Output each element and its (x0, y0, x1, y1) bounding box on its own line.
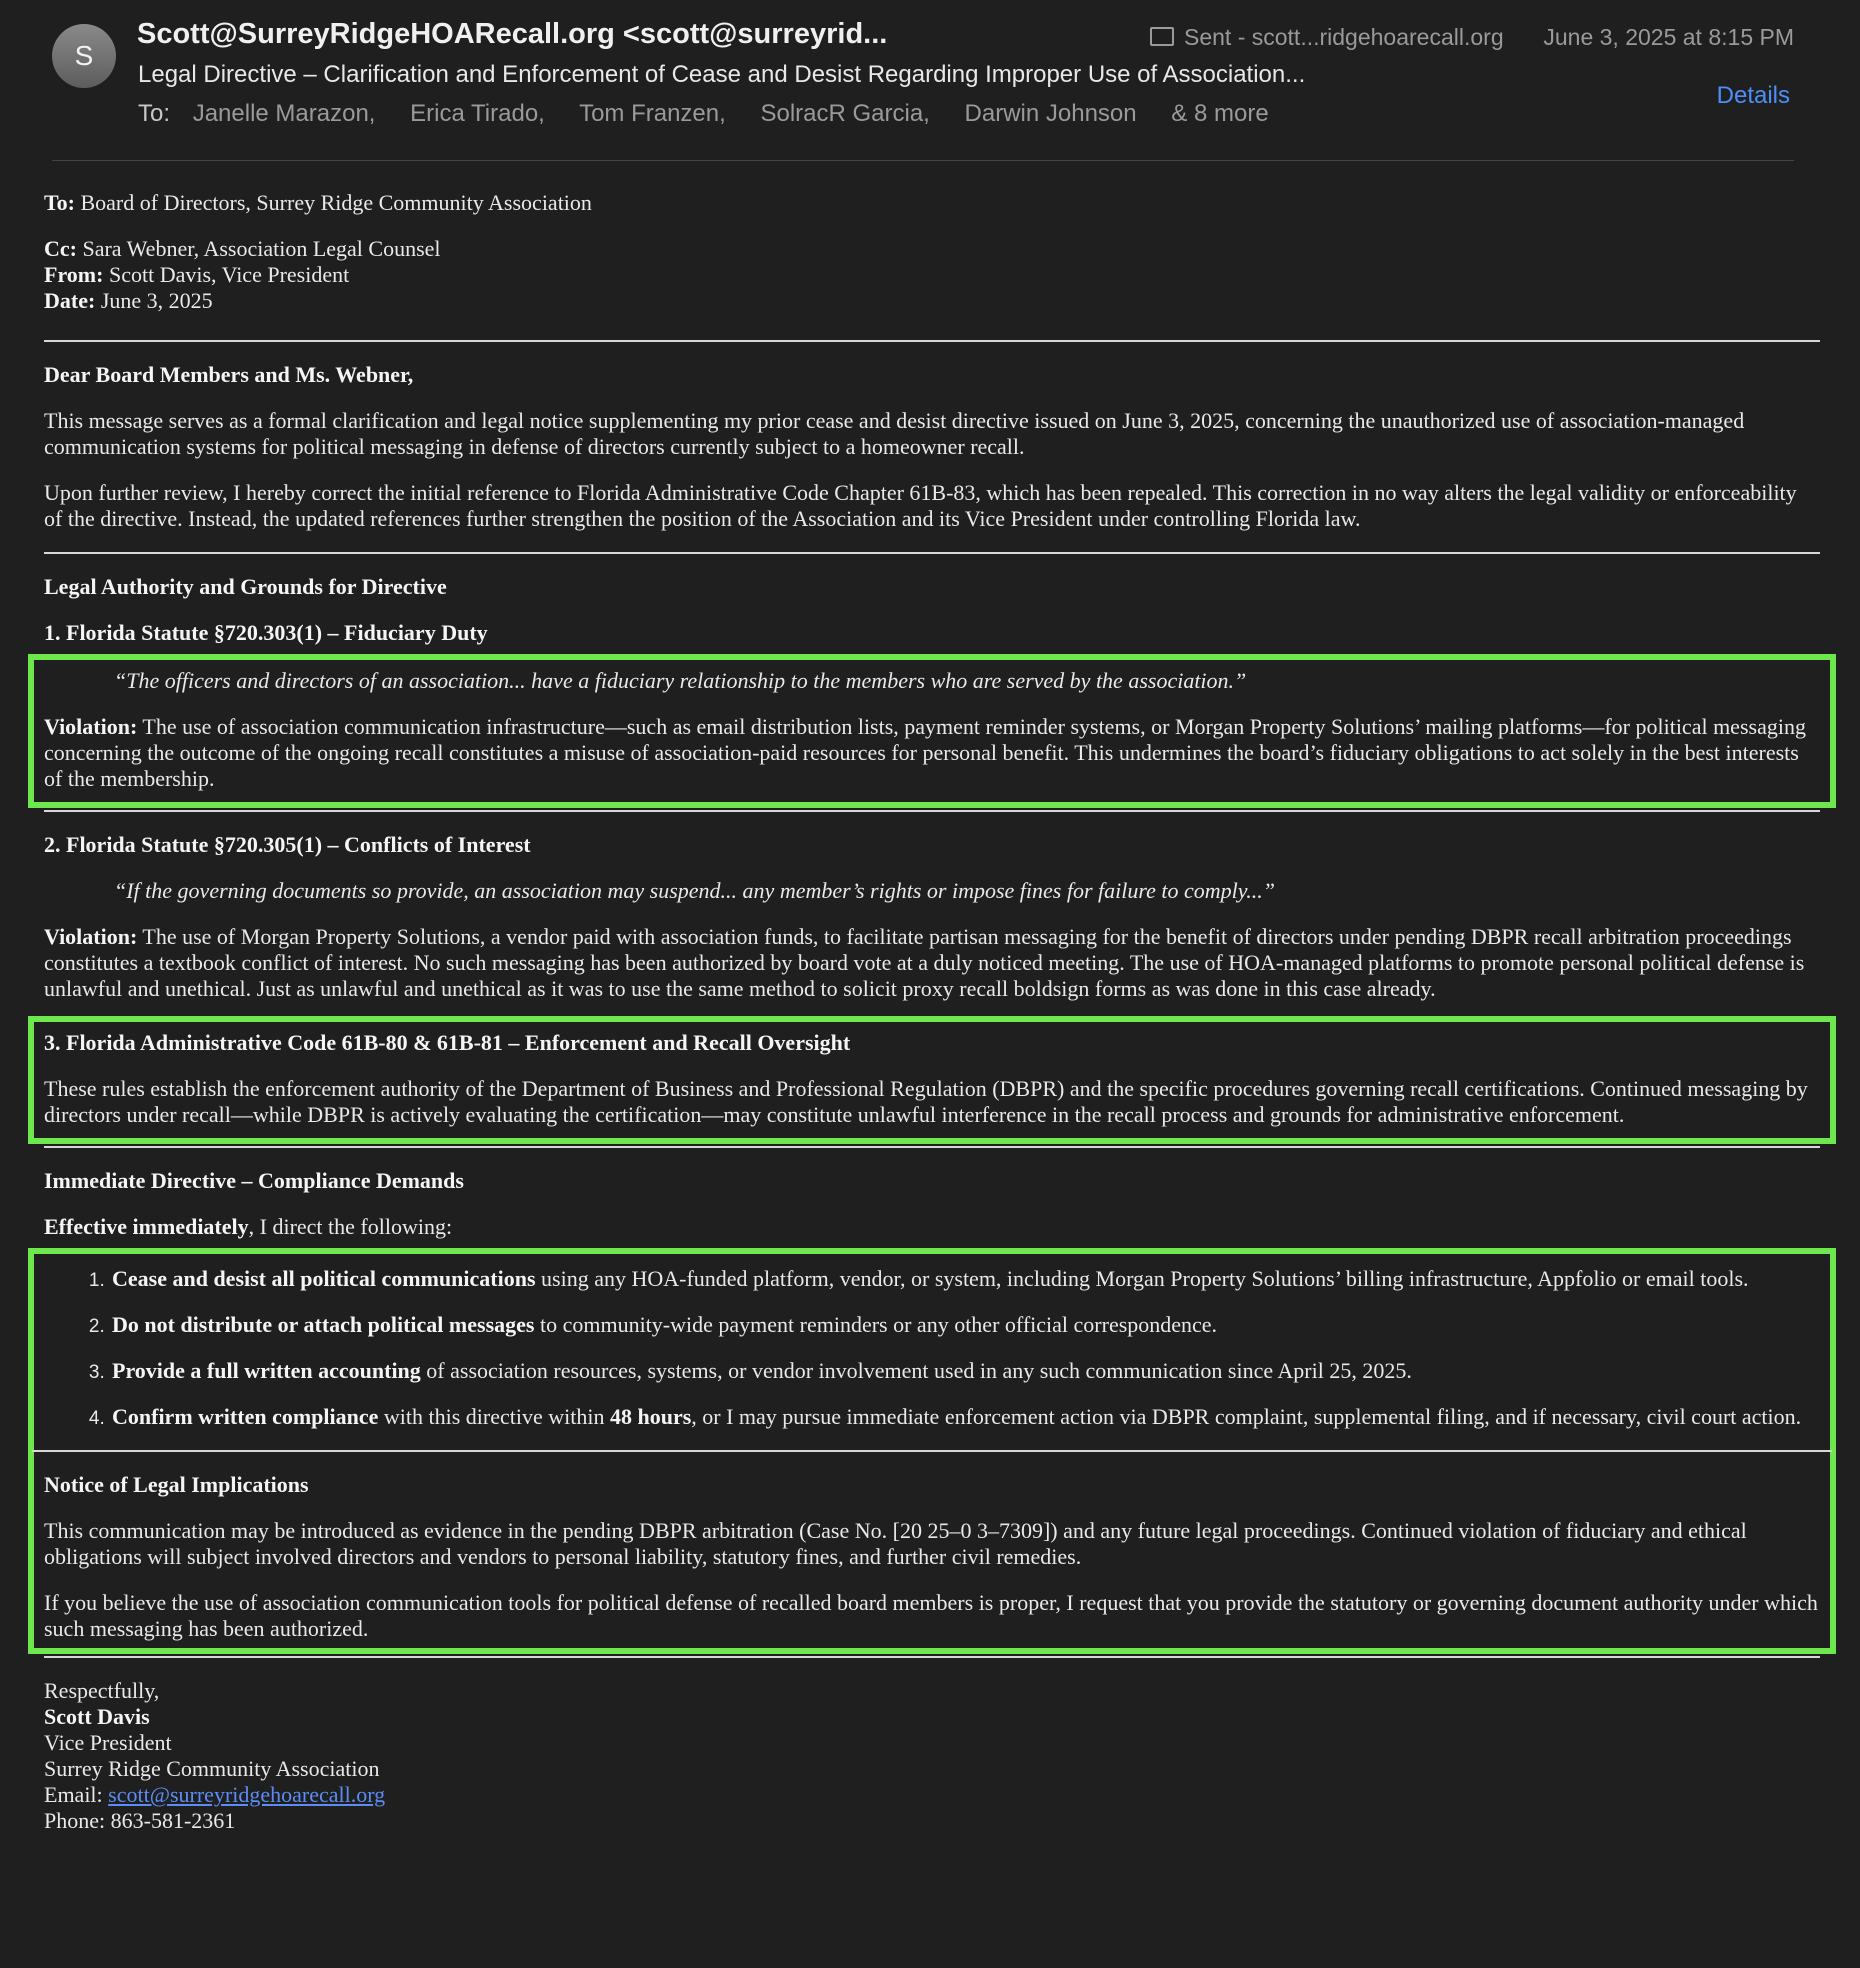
email-subject: Legal Directive – Clarification and Enfo… (138, 61, 1306, 88)
signature-phone-line: Phone: 863-581-2361 (44, 1808, 236, 1833)
mailbox-label: Sent - scott...ridgehoarecall.org (1184, 24, 1504, 50)
correction-paragraph: Upon further review, I hereby correct th… (44, 480, 1797, 531)
memo-date: Date: June 3, 2025 (44, 288, 213, 313)
highlight-box-enforcement: 3. Florida Administrative Code 61B-80 & … (28, 1016, 1836, 1144)
divider (44, 1146, 1820, 1148)
recipient[interactable]: Darwin Johnson (965, 100, 1137, 127)
section-heading: Legal Authority and Grounds for Directiv… (44, 574, 447, 599)
statute-3-heading: 3. Florida Administrative Code 61B-80 & … (44, 1030, 851, 1055)
recipients-line: To: Janelle Marazon, Erica Tirado, Tom F… (138, 100, 1297, 128)
signature-closing: Respectfully, (44, 1678, 160, 1703)
statute-2-violation: Violation: The use of Morgan Property So… (44, 924, 1805, 1001)
divider (44, 340, 1820, 342)
more-recipients-link[interactable]: & 8 more (1171, 100, 1268, 127)
statute-1-violation: Violation: The use of association commun… (44, 714, 1806, 791)
statute-1-quote: “The officers and directors of an associ… (114, 668, 1247, 693)
header-divider (52, 160, 1794, 161)
salutation: Dear Board Members and Ms. Webner, (44, 362, 414, 387)
highlight-box-fiduciary: “The officers and directors of an associ… (28, 654, 1836, 808)
signature-block: Respectfully, Scott Davis Vice President… (44, 1678, 1820, 1834)
mailbox-location[interactable]: Sent - scott...ridgehoarecall.org (1150, 24, 1504, 51)
memo-from: From: Scott Davis, Vice President (44, 262, 350, 287)
email-body: To: Board of Directors, Surrey Ridge Com… (0, 162, 1860, 1834)
statute-2-heading: 2. Florida Statute §720.305(1) – Conflic… (44, 832, 531, 857)
recipient[interactable]: Tom Franzen, (579, 100, 726, 127)
signature-title: Vice President (44, 1730, 172, 1755)
sender-address[interactable]: Scott@SurreyRidgeHOARecall.org <scott@su… (137, 18, 887, 51)
effective-line: Effective immediately, I direct the foll… (44, 1214, 453, 1239)
memo-to: To: Board of Directors, Surrey Ridge Com… (44, 190, 592, 215)
directive-item: Confirm written compliance with this dir… (110, 1404, 1820, 1430)
intro-paragraph: This message serves as a formal clarific… (44, 408, 1745, 459)
statute-2-quote: “If the governing documents so provide, … (114, 878, 1276, 903)
message-header: S Scott@SurreyRidgeHOARecall.org <scott@… (0, 0, 1860, 162)
signature-org: Surrey Ridge Community Association (44, 1756, 380, 1781)
recipient[interactable]: SolracR Garcia, (760, 100, 929, 127)
recipient[interactable]: Erica Tirado, (410, 100, 545, 127)
email-link[interactable]: scott@surreyridgehoarecall.org (108, 1782, 385, 1807)
statute-1-heading: 1. Florida Statute §720.303(1) – Fiducia… (44, 620, 488, 645)
divider (32, 1450, 1832, 1452)
to-label: To: (138, 100, 171, 127)
notice-heading: Notice of Legal Implications (44, 1472, 309, 1497)
notice-paragraph-2: If you believe the use of association co… (44, 1590, 1818, 1641)
divider (44, 552, 1820, 554)
divider (44, 810, 1820, 812)
details-link[interactable]: Details (1717, 82, 1790, 110)
recipient[interactable]: Janelle Marazon, (193, 100, 376, 127)
divider (44, 1656, 1820, 1658)
notice-paragraph-1: This communication may be introduced as … (44, 1518, 1747, 1569)
memo-cc: Cc: Sara Webner, Association Legal Couns… (44, 236, 441, 261)
directive-item: Cease and desist all political communica… (110, 1266, 1820, 1292)
statute-3-body: These rules establish the enforcement au… (44, 1076, 1808, 1127)
highlight-box-directives: Cease and desist all political communica… (28, 1248, 1836, 1654)
sent-date: June 3, 2025 at 8:15 PM (1543, 24, 1794, 50)
directive-list: Cease and desist all political communica… (44, 1266, 1820, 1430)
sender-avatar[interactable]: S (52, 24, 116, 88)
directive-item: Provide a full written accounting of ass… (110, 1358, 1820, 1384)
directive-item: Do not distribute or attach political me… (110, 1312, 1820, 1338)
signature-email-line: Email: scott@surreyridgehoarecall.org (44, 1782, 386, 1807)
folder-icon (1150, 27, 1174, 47)
directive-heading: Immediate Directive – Compliance Demands (44, 1168, 464, 1193)
signature-name: Scott Davis (44, 1704, 150, 1729)
